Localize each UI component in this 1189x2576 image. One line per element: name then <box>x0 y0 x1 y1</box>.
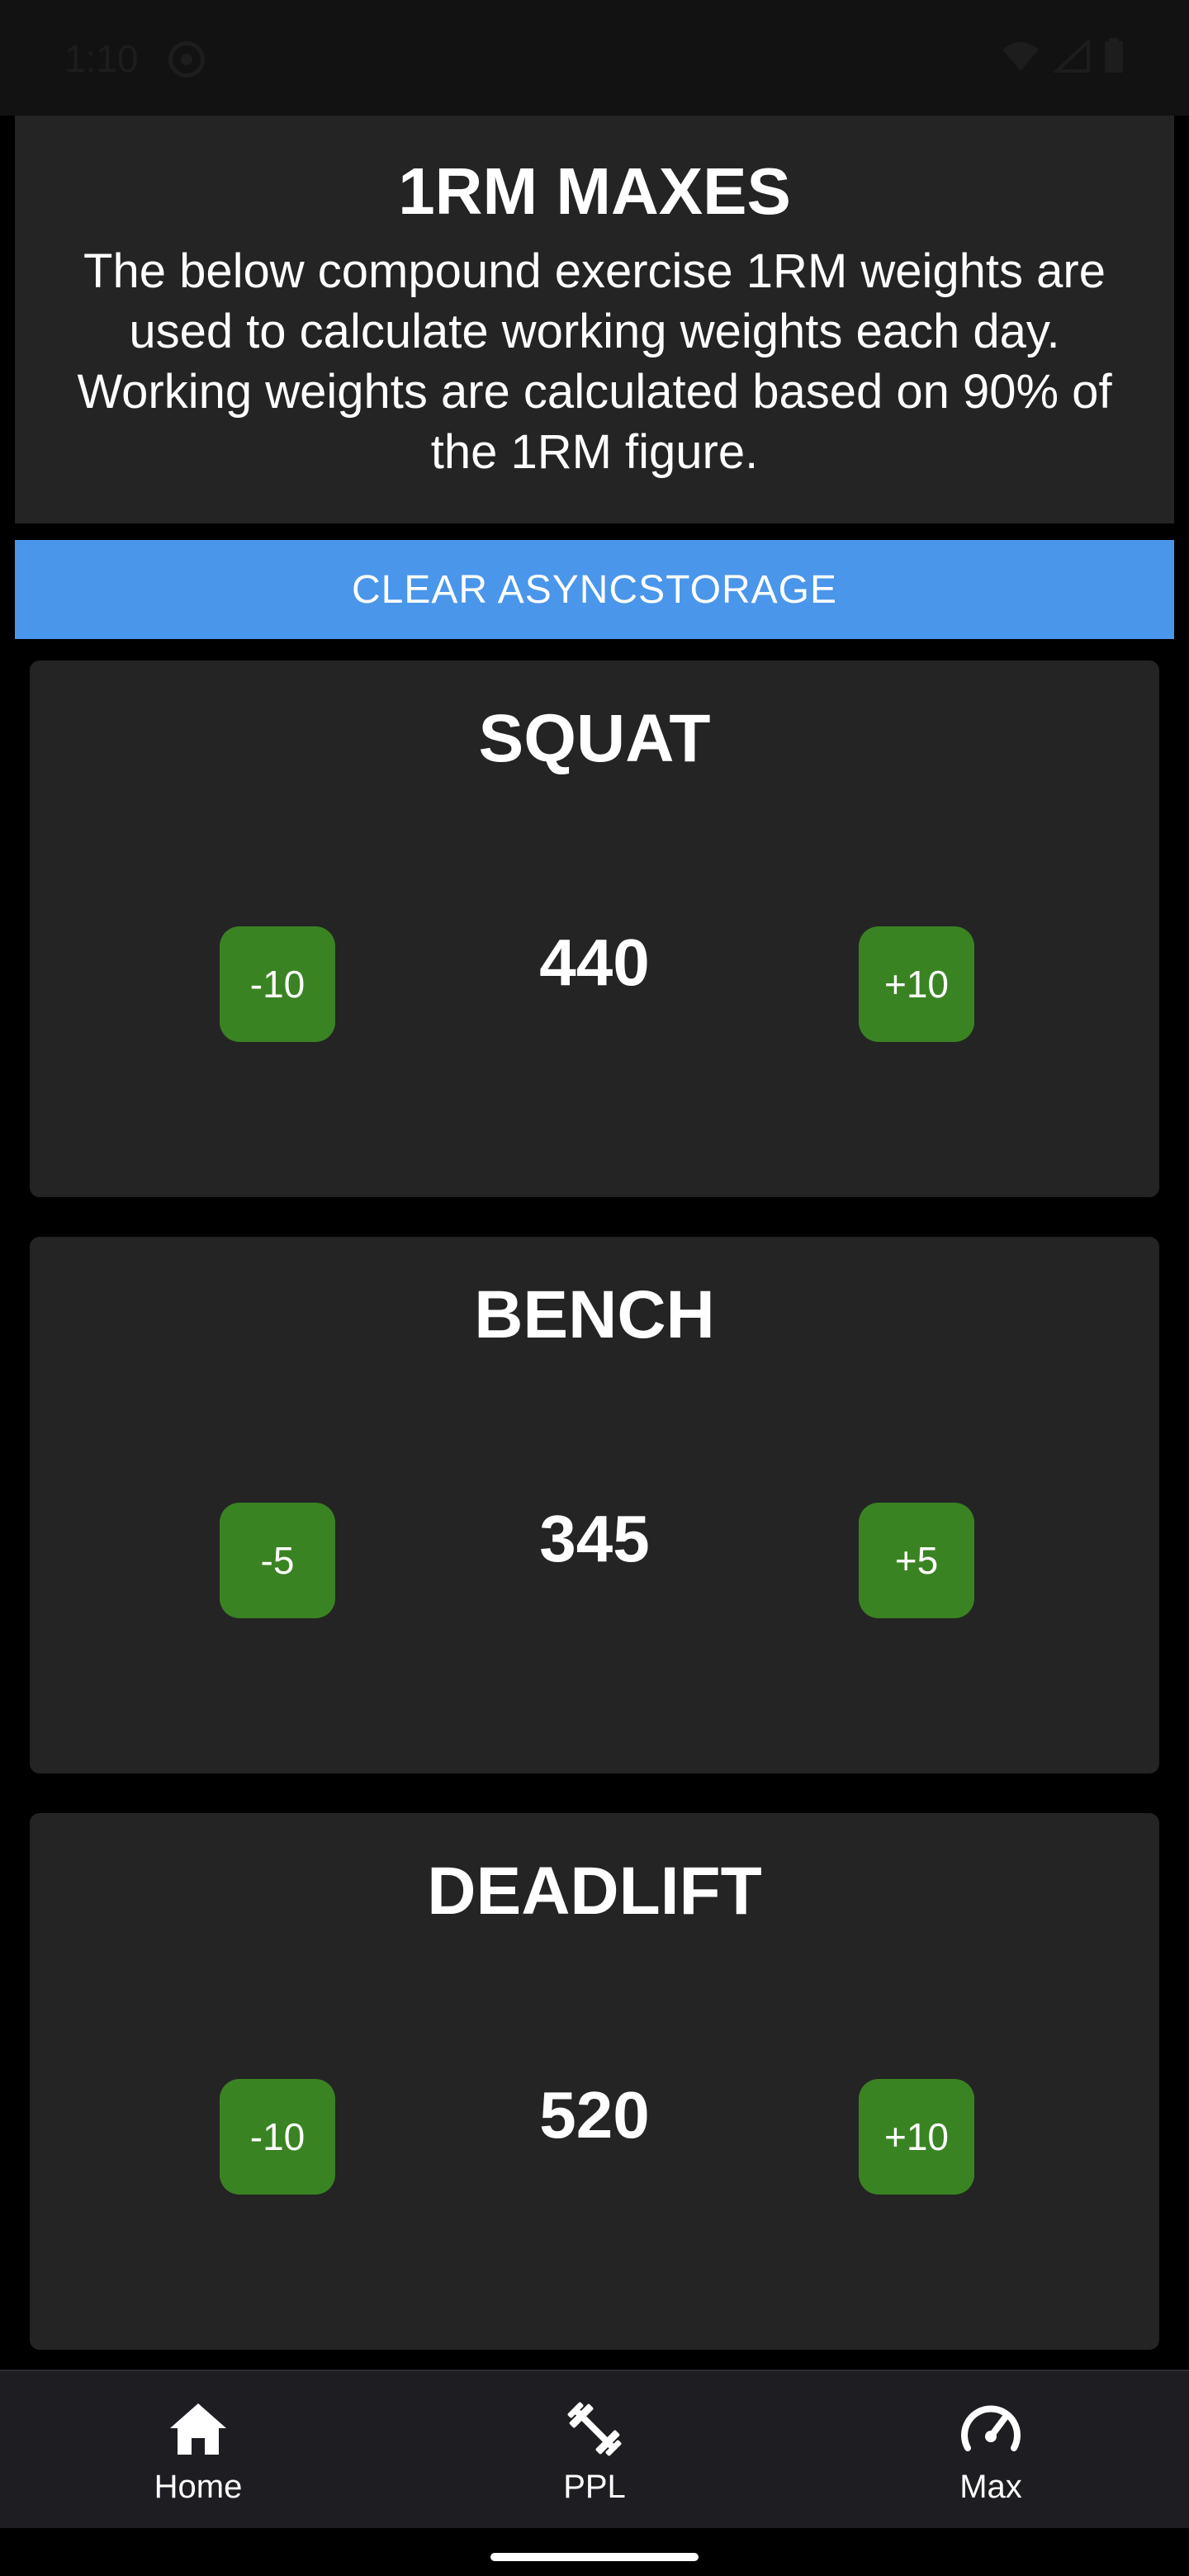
system-nav-bar <box>0 2528 1189 2576</box>
screen-record-icon <box>168 41 205 78</box>
increase-button[interactable]: +10 <box>859 926 974 1042</box>
increase-button[interactable]: +10 <box>859 2079 974 2195</box>
lift-value: 345 <box>539 1502 650 1575</box>
wifi-icon <box>1002 42 1039 71</box>
lift-card-body: BENCH -5 345 +5 <box>30 1237 1159 1773</box>
tab-label: PPL <box>563 2469 626 2505</box>
lift-name: SQUAT <box>478 701 711 776</box>
status-time: 1:10 <box>64 37 139 80</box>
status-bar: 1:10 <box>0 0 1189 116</box>
lift-card-body: SQUAT -10 440 +10 <box>30 661 1159 1197</box>
clear-asyncstorage-button[interactable]: CLEAR ASYNCSTORAGE <box>15 540 1174 639</box>
tab-label: Home <box>154 2469 243 2505</box>
lift-card-squat: SQUAT -10 440 +10 <box>17 647 1172 1210</box>
app-content: 1RM MAXES The below compound exercise 1R… <box>0 116 1189 2370</box>
lift-name: DEADLIFT <box>427 1854 762 1929</box>
lift-card-deadlift: DEADLIFT -10 520 +10 <box>17 1800 1172 2363</box>
cell-signal-icon <box>1054 40 1090 73</box>
lift-card-bench: BENCH -5 345 +5 <box>17 1224 1172 1787</box>
page-description: The below compound exercise 1RM weights … <box>77 244 1112 479</box>
dumbbell-icon <box>561 2396 628 2462</box>
tab-label: Max <box>959 2469 1022 2505</box>
increase-button[interactable]: +5 <box>859 1503 974 1618</box>
lift-value: 520 <box>539 2078 650 2152</box>
home-indicator[interactable] <box>490 2553 699 2561</box>
speedometer-icon <box>958 2396 1024 2462</box>
lift-name: BENCH <box>474 1277 715 1352</box>
tab-max[interactable]: Max <box>793 2371 1189 2528</box>
status-icons <box>1001 38 1125 73</box>
lift-card-body: DEADLIFT -10 520 +10 <box>30 1813 1159 2350</box>
lift-value: 440 <box>539 926 650 999</box>
bottom-tab-bar: Home PPL Max <box>0 2370 1189 2528</box>
page-title: 1RM MAXES <box>398 154 791 228</box>
tab-home[interactable]: Home <box>0 2371 396 2528</box>
battery-icon <box>1105 38 1123 73</box>
tab-ppl[interactable]: PPL <box>396 2371 793 2528</box>
header-card: 1RM MAXES The below compound exercise 1R… <box>15 116 1174 523</box>
home-icon <box>165 2396 231 2462</box>
